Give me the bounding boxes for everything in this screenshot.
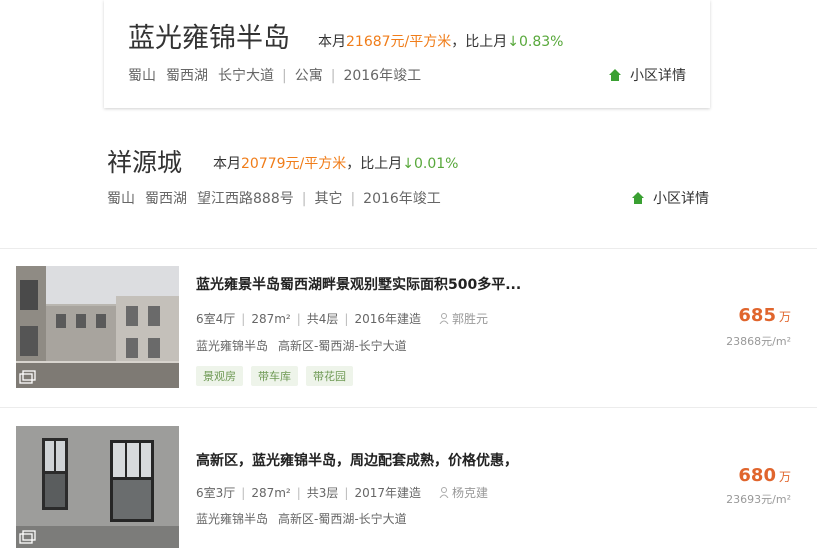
- meta-year: 2016年竣工: [343, 68, 422, 84]
- listing-district: 高新区-蜀西湖-长宁大道: [278, 512, 407, 526]
- compare-value: 0.83%: [519, 34, 564, 50]
- listing-built: 2016年建造: [354, 312, 422, 326]
- listing-community[interactable]: 蓝光雍锦半岛: [196, 512, 268, 526]
- tag-garden: 带花园: [306, 366, 353, 386]
- tag-garage: 带车库: [251, 366, 298, 386]
- listing-info: 6室3厅 | 287m² | 共3层 | 2017年建造 杨克建: [196, 486, 489, 500]
- meta-type: 公寓: [294, 68, 323, 84]
- community-detail-link[interactable]: 小区详情: [631, 188, 709, 208]
- meta-district: 蜀山: [107, 191, 135, 207]
- villa-photo-icon: [16, 266, 179, 388]
- compare-value: 0.01%: [414, 156, 459, 172]
- meta-area: 蜀西湖: [166, 68, 208, 84]
- meta-district: 蜀山: [128, 68, 156, 84]
- listing-address: 蓝光雍锦半岛 高新区-蜀西湖-长宁大道: [196, 510, 417, 527]
- down-arrow-icon: ↓: [402, 156, 414, 172]
- listing-tags: 景观房 带车库 带花园: [196, 365, 361, 386]
- meta-road: 望江西路888号: [197, 191, 294, 207]
- listing-floors: 共4层: [306, 312, 339, 326]
- community-price: 本月20779元/平方米，比上月↓0.01%: [213, 153, 458, 173]
- listing-address: 蓝光雍锦半岛 高新区-蜀西湖-长宁大道: [196, 337, 417, 354]
- price-number: 685: [738, 305, 776, 326]
- listing-unit-price: 23868元/m²: [726, 335, 791, 348]
- listing-area: 287m²: [251, 312, 291, 326]
- listing-price: 680 万: [738, 465, 791, 486]
- listing-layout: 6室3厅: [196, 486, 236, 500]
- community-card-1: 蓝光雍锦半岛 本月21687元/平方米，比上月↓0.83% 蜀山 蜀西湖 长宁大道 |…: [104, 0, 710, 108]
- meta-road: 长宁大道: [218, 68, 274, 84]
- listing-item-2[interactable]: 高新区，蓝光雍锦半岛，周边配套成熟，价格优惠， 6室3厅 | 287m² | 共3层 | 2…: [0, 408, 817, 548]
- price-value: 20779元/平方米: [241, 156, 347, 172]
- listing-info: 6室4厅 | 287m² | 共4层 | 2016年建造 郭胜元: [196, 312, 489, 326]
- listing-area: 287m²: [251, 486, 291, 500]
- price-prefix: 本月: [213, 156, 241, 172]
- price-prefix: 本月: [318, 34, 346, 50]
- agent-name: 郭胜元: [452, 312, 489, 326]
- house-icon: [632, 192, 644, 204]
- meta-area: 蜀西湖: [145, 191, 187, 207]
- down-arrow-icon: ↓: [507, 34, 519, 50]
- listing-built: 2017年建造: [354, 486, 422, 500]
- listing-community[interactable]: 蓝光雍锦半岛: [196, 339, 268, 353]
- price-value: 21687元/平方米: [346, 34, 452, 50]
- listing-item-1[interactable]: 蓝光雍景半岛蜀西湖畔景观别墅实际面积500多平... 6室4厅 | 287m² | 共4…: [0, 249, 817, 407]
- listing-layout: 6室4厅: [196, 312, 236, 326]
- tag-view: 景观房: [196, 366, 243, 386]
- community-detail-link[interactable]: 小区详情: [608, 65, 686, 85]
- listing-title[interactable]: 高新区，蓝光雍锦半岛，周边配套成熟，价格优惠，: [196, 450, 518, 470]
- meta-type: 其它: [314, 191, 343, 207]
- price-unit: 万: [778, 470, 791, 484]
- listing-title[interactable]: 蓝光雍景半岛蜀西湖畔景观别墅实际面积500多平...: [196, 274, 521, 294]
- listing-price: 685 万: [738, 305, 791, 326]
- listing-photo[interactable]: [16, 426, 179, 548]
- person-icon: [439, 313, 449, 324]
- meta-year: 2016年竣工: [363, 191, 441, 207]
- compare-prefix: ，比上月: [346, 156, 403, 172]
- community-meta: 蜀山 蜀西湖 长宁大道 | 公寓 | 2016年竣工: [128, 68, 422, 84]
- listing-district: 高新区-蜀西湖-长宁大道: [278, 339, 407, 353]
- agent-name: 杨克建: [452, 486, 489, 500]
- price-unit: 万: [778, 310, 791, 324]
- community-name[interactable]: 蓝光雍锦半岛: [128, 16, 290, 55]
- detail-label: 小区详情: [653, 191, 709, 207]
- listing-agent[interactable]: 杨克建: [439, 486, 488, 500]
- community-price: 本月21687元/平方米，比上月↓0.83%: [318, 31, 563, 51]
- listing-photo[interactable]: [16, 266, 179, 388]
- listing-agent[interactable]: 郭胜元: [439, 312, 488, 326]
- community-name[interactable]: 祥源城: [107, 143, 182, 179]
- person-icon: [439, 487, 449, 498]
- community-meta: 蜀山 蜀西湖 望江西路888号 | 其它 | 2016年竣工: [107, 191, 441, 207]
- listing-unit-price: 23693元/m²: [726, 493, 791, 506]
- detail-label: 小区详情: [630, 68, 686, 84]
- compare-prefix: ，比上月: [451, 34, 508, 50]
- interior-photo-icon: [16, 426, 179, 548]
- listing-floors: 共3层: [306, 486, 339, 500]
- price-number: 680: [738, 465, 776, 486]
- house-icon: [609, 69, 621, 81]
